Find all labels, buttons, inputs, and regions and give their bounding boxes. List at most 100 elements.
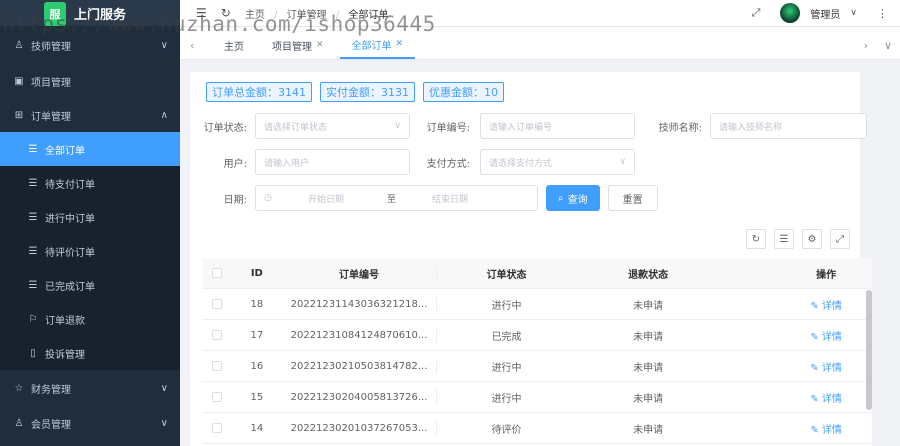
refresh-icon[interactable]: ↻ — [746, 229, 766, 249]
cell-order-no: 20221231143036321218... — [290, 298, 428, 310]
list-view-icon[interactable]: ☰ — [774, 229, 794, 249]
sidebar-item-label: 待支付订单 — [45, 179, 95, 191]
sidebar-item-project[interactable]: ▣ 项目管理 — [0, 64, 180, 98]
date-label: 日期: — [223, 194, 247, 206]
detail-link[interactable]: ✎ 详情 — [780, 421, 872, 436]
fullscreen-icon[interactable]: ⤢ — [752, 6, 761, 20]
order-no-input[interactable]: 请输入订单编号 — [480, 113, 635, 139]
cell-refund-status: 未申请 — [633, 362, 664, 374]
sidebar-item-completed[interactable]: ☰ 已完成订单 — [0, 268, 180, 302]
search-icon: ⌕ — [558, 192, 564, 204]
cell-refund-status: 未申请 — [633, 393, 664, 405]
list-icon: ☰ — [28, 143, 38, 155]
sidebar-item-orders[interactable]: ⊞ 订单管理 ∧ — [0, 98, 180, 132]
reset-button[interactable]: 重置 — [607, 185, 658, 211]
tab-home[interactable]: 主页 — [212, 31, 256, 59]
order-status-placeholder: 请选择订单状态 — [264, 122, 328, 133]
detail-link[interactable]: ✎ 详情 — [780, 359, 872, 374]
tab-scroll-left-icon[interactable]: ‹ — [190, 39, 194, 52]
close-icon[interactable]: ✕ — [316, 40, 324, 50]
fullscreen-icon[interactable]: ⤢ — [830, 229, 850, 249]
menu-toggle-icon[interactable]: ☰ — [196, 6, 207, 20]
list-icon: ☰ — [28, 177, 38, 189]
logo[interactable]: 服 上门服务 — [0, 0, 180, 26]
sidebar-item-all-orders[interactable]: ☰ 全部订单 — [0, 132, 180, 166]
chevron-down-icon: ∨ — [160, 417, 168, 429]
list-icon: ☰ — [28, 211, 38, 223]
paid-amount-badge: 实付金额：3131 — [320, 82, 415, 102]
pay-method-select[interactable]: 请选择支付方式 ∨ — [480, 149, 635, 175]
close-icon[interactable]: ✕ — [396, 39, 404, 49]
sidebar-item-label: 技师管理 — [31, 41, 71, 53]
tab-all-orders[interactable]: 全部订单 ✕ — [339, 31, 416, 59]
sidebar-item-label: 全部订单 — [45, 145, 85, 157]
tab-label: 全部订单 — [351, 40, 392, 52]
select-all-checkbox[interactable] — [202, 268, 232, 278]
more-icon[interactable]: ⋮ — [877, 7, 888, 20]
filter-row-2: 用户: 请输入用户 支付方式: 请选择支付方式 ∨ — [190, 149, 635, 175]
list-icon: ☰ — [28, 279, 38, 291]
sidebar-item-pending-payment[interactable]: ☰ 待支付订单 — [0, 166, 180, 200]
cell-refund-status: 未申请 — [633, 300, 664, 312]
sidebar-item-refund[interactable]: ⚐ 订单退款 — [0, 302, 180, 336]
order-icon: ⊞ — [14, 109, 24, 121]
detail-link[interactable]: ✎ 详情 — [780, 328, 872, 343]
row-checkbox[interactable] — [202, 392, 232, 402]
sidebar-item-in-progress[interactable]: ☰ 进行中订单 — [0, 200, 180, 234]
sidebar-item-label: 项目管理 — [31, 77, 71, 89]
row-checkbox[interactable] — [202, 423, 232, 433]
settings-icon[interactable]: ⚙ — [802, 229, 822, 249]
user-name[interactable]: 管理员 — [810, 6, 840, 21]
sidebar-item-finance[interactable]: ☆ 财务管理 ∨ — [0, 370, 180, 406]
row-checkbox[interactable] — [202, 361, 232, 371]
cell-refund-status: 未申请 — [633, 424, 664, 436]
tech-name-input[interactable]: 请输入技师名称 — [710, 113, 867, 139]
technician-icon: ♙ — [14, 39, 24, 51]
edit-icon: ✎ — [810, 362, 822, 374]
date-range-picker[interactable]: ◷ 开始日期 至 结束日期 — [255, 185, 538, 211]
detail-link-label: 详情 — [821, 362, 842, 374]
table-row: 16 20221230210503814782... 进行中 未申请 ✎ 详情 — [202, 351, 872, 382]
table-row: 18 20221231143036321218... 进行中 未申请 ✎ 详情 — [202, 289, 872, 320]
col-refund-status: 退款状态 — [628, 269, 669, 281]
finance-icon: ☆ — [14, 382, 24, 394]
chevron-down-icon: ∨ — [619, 157, 626, 167]
sidebar-item-member[interactable]: ♙ 会员管理 ∨ — [0, 406, 180, 440]
table-scrollbar[interactable] — [866, 290, 872, 410]
tech-name-placeholder: 请输入技师名称 — [719, 122, 783, 133]
sidebar-item-pending-review[interactable]: ☰ 待评价订单 — [0, 234, 180, 268]
tab-project-management[interactable]: 项目管理 ✕ — [260, 31, 336, 59]
reset-button-label: 重置 — [622, 194, 643, 206]
breadcrumb-separator: / — [335, 9, 340, 21]
detail-link-label: 详情 — [821, 331, 842, 343]
detail-link[interactable]: ✎ 详情 — [780, 297, 872, 312]
sidebar-item-technician[interactable]: ♙ 技师管理 ∨ — [0, 26, 180, 64]
chevron-down-icon[interactable]: ∨ — [884, 39, 892, 52]
sidebar-item-label: 财务管理 — [31, 384, 71, 396]
tab-scroll-right-icon[interactable]: › — [864, 39, 868, 52]
query-button[interactable]: ⌕ 查询 — [546, 185, 600, 211]
amount-summary: 订单总金额：3141 实付金额：3131 优惠金额：10 — [206, 82, 504, 102]
breadcrumb-item[interactable]: 订单管理 — [287, 10, 327, 21]
avatar[interactable] — [780, 3, 801, 23]
sidebar-item-complaint[interactable]: ▯ 投诉管理 — [0, 336, 180, 370]
date-start-placeholder: 开始日期 — [308, 194, 345, 205]
cell-order-status: 已完成 — [436, 327, 576, 343]
order-status-select[interactable]: 请选择订单状态 ∨ — [255, 113, 410, 139]
logo-icon: 服 — [44, 2, 66, 26]
row-checkbox[interactable] — [202, 299, 232, 309]
chevron-down-icon[interactable]: ∨ — [850, 8, 857, 18]
cell-id: 17 — [250, 329, 264, 341]
detail-link[interactable]: ✎ 详情 — [780, 390, 872, 405]
tech-name-label: 技师名称: — [658, 122, 702, 134]
order-no-label: 订单编号: — [426, 122, 470, 134]
breadcrumb-item[interactable]: 主页 — [245, 10, 265, 21]
sidebar: 服 上门服务 ♙ 技师管理 ∨ ▣ 项目管理 ⊞ 订单管理 ∧ ☰ 全部订单 ☰… — [0, 0, 180, 446]
detail-link-label: 详情 — [821, 300, 842, 312]
discount-amount-badge: 优惠金额：10 — [423, 82, 504, 102]
user-input[interactable]: 请输入用户 — [255, 149, 410, 175]
row-checkbox[interactable] — [202, 330, 232, 340]
refresh-icon[interactable]: ↻ — [221, 6, 231, 20]
table-row: 17 20221231084124870610... 已完成 未申请 ✎ 详情 — [202, 320, 872, 351]
order-status-label: 订单状态: — [203, 122, 247, 134]
